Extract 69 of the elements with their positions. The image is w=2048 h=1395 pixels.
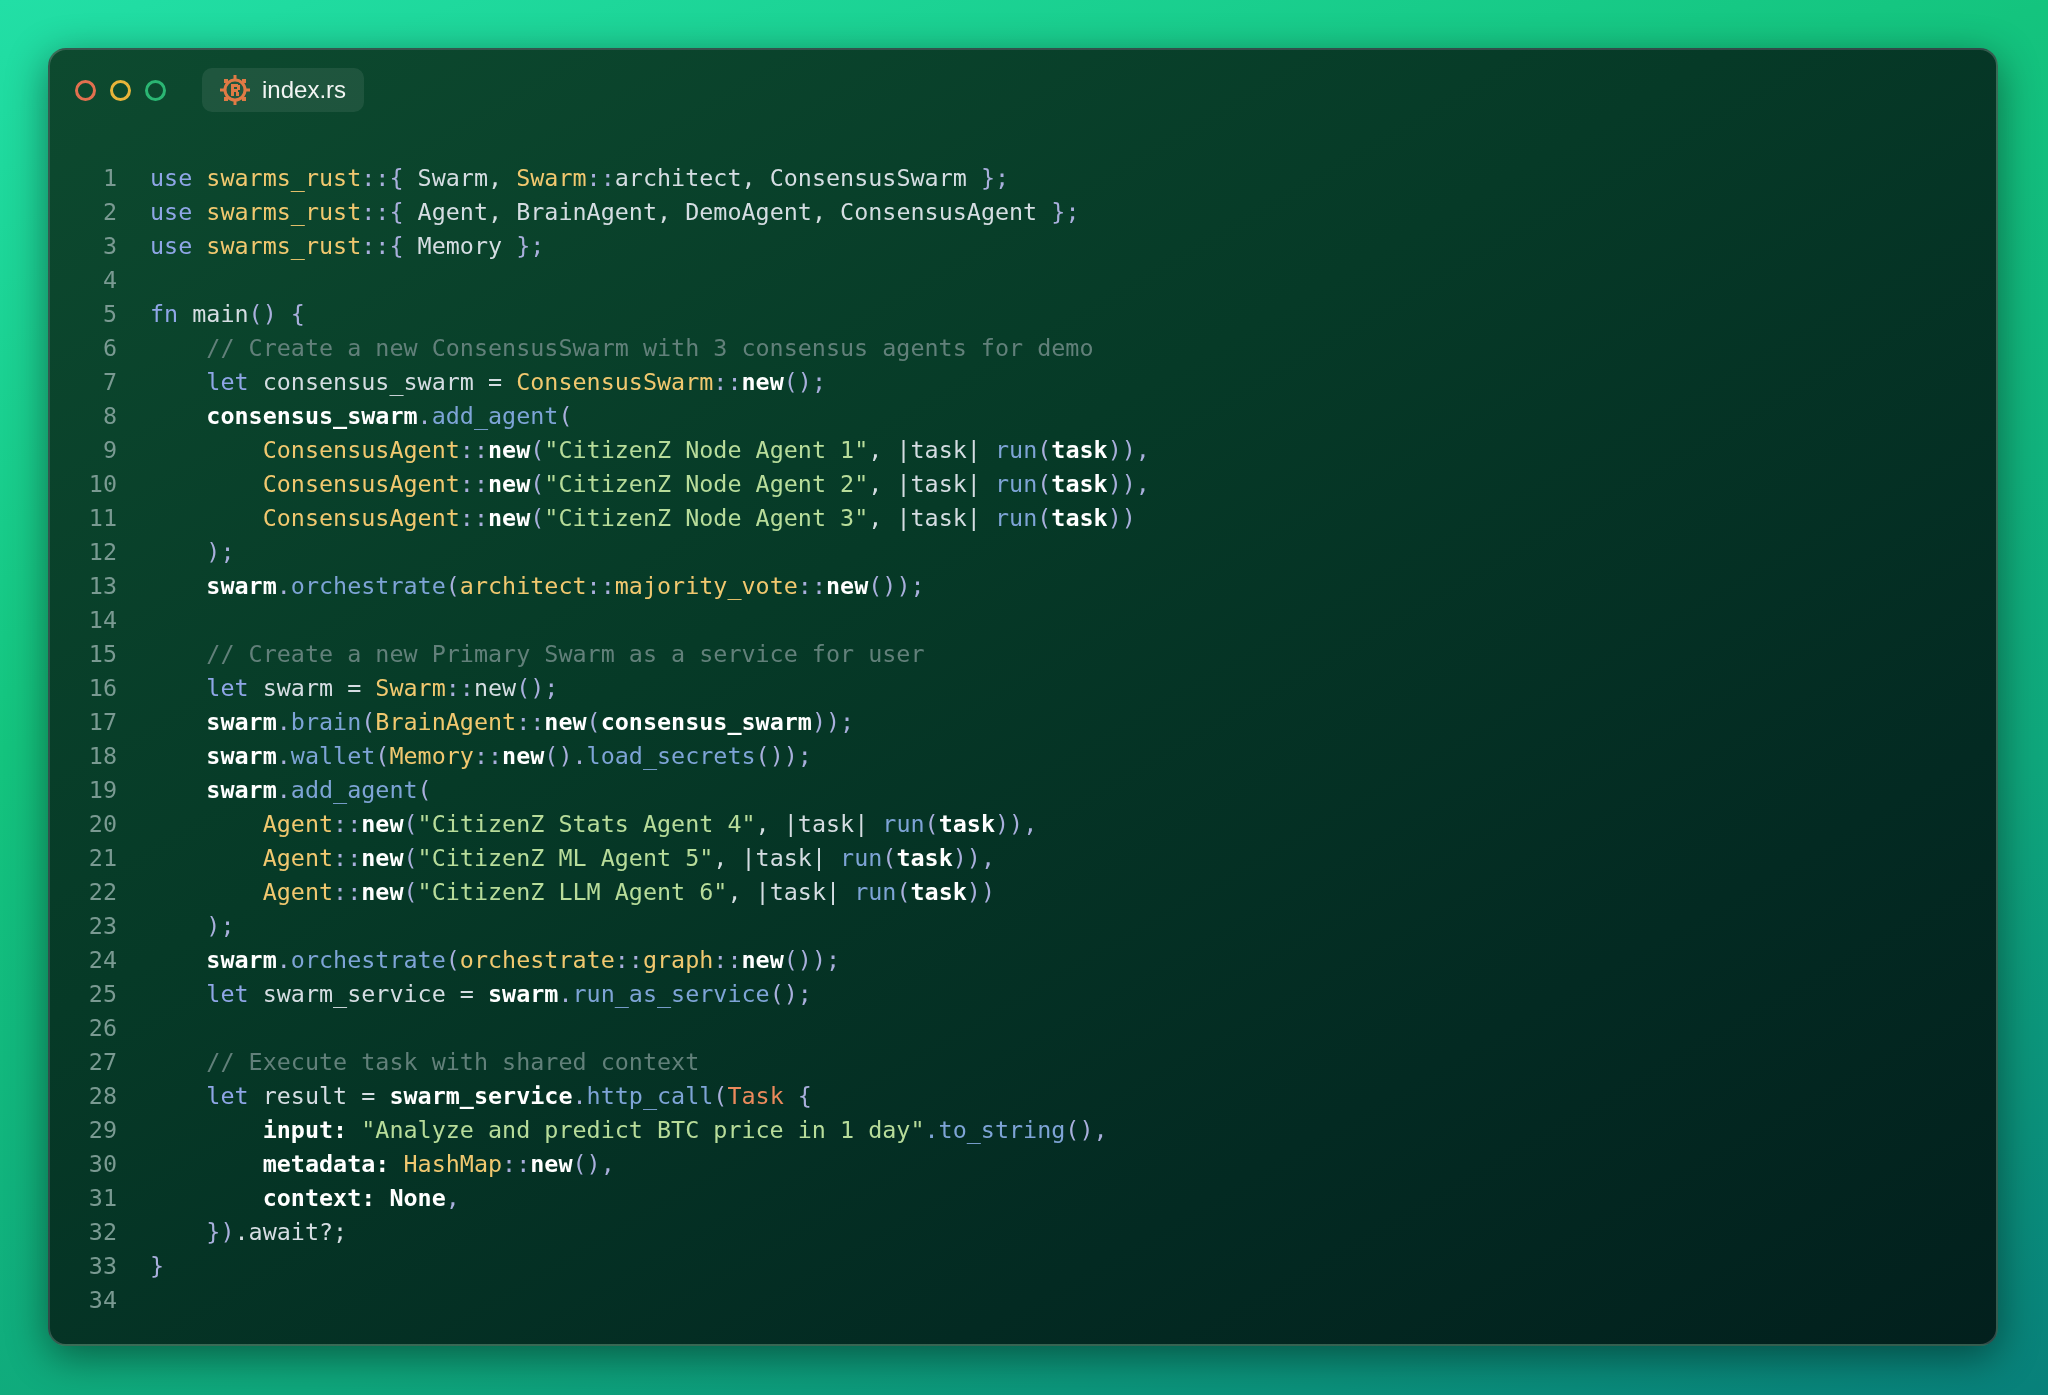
- line-number: 25: [87, 979, 117, 1010]
- line-number: 8: [101, 401, 117, 432]
- line-number: 32: [87, 1217, 117, 1248]
- code-line: swarm.add_agent(: [206, 775, 432, 806]
- code-line: context: None,: [262, 1183, 460, 1214]
- line-number: 3: [101, 231, 117, 262]
- line-number: 22: [87, 877, 117, 908]
- code-line: consensus_swarm.add_agent(: [206, 401, 573, 432]
- line-number: 19: [87, 775, 117, 806]
- line-number: 33: [87, 1251, 117, 1282]
- line-number: 24: [87, 945, 117, 976]
- code-line: metadata: HashMap::new(),: [262, 1149, 615, 1180]
- line-number: 7: [101, 367, 117, 398]
- code-comment: // Execute task with shared context: [206, 1047, 700, 1078]
- line-number: 31: [87, 1183, 117, 1214]
- maximize-button[interactable]: [145, 79, 166, 101]
- code-line: let swarm_service = swarm.run_as_service();: [206, 979, 812, 1010]
- line-number: 28: [87, 1081, 117, 1112]
- line-number: 9: [101, 435, 117, 466]
- code-line: );: [206, 911, 235, 942]
- line-number: 30: [87, 1149, 117, 1180]
- line-number: 20: [87, 809, 117, 840]
- code-line: ConsensusAgent::new("CitizenZ Node Agent 2", |task| run(task)),: [262, 469, 1150, 500]
- code-line: Agent::new("CitizenZ ML Agent 5", |task| run(task)),: [262, 843, 995, 874]
- code-line: Agent::new("CitizenZ LLM Agent 6", |task| run(task)): [262, 877, 995, 908]
- file-tab[interactable]: index.rs: [202, 68, 365, 112]
- code-line: Agent::new("CitizenZ Stats Agent 4", |task| run(task)),: [262, 809, 1038, 840]
- line-number: 15: [87, 639, 117, 670]
- code-line: );: [206, 537, 235, 568]
- line-number: 10: [87, 469, 117, 500]
- line-number: 34: [87, 1285, 117, 1316]
- line-number: 23: [87, 911, 117, 942]
- code-line: use swarms_rust::{ Agent, BrainAgent, DemoAgent, ConsensusAgent };: [150, 197, 1080, 228]
- code-line: let consensus_swarm = ConsensusSwarm::new();: [206, 367, 826, 398]
- line-number: 16: [87, 673, 117, 704]
- line-number: 13: [87, 571, 117, 602]
- line-number: 26: [87, 1013, 117, 1044]
- code-line: }: [150, 1251, 165, 1282]
- code-line: use swarms_rust::{ Swarm, Swarm::architect, ConsensusSwarm };: [150, 163, 1010, 194]
- code-comment: // Create a new ConsensusSwarm with 3 consensus agents for demo: [206, 333, 1094, 364]
- code-line: use swarms_rust::{ Memory };: [150, 231, 545, 262]
- code-line: let swarm = Swarm::new();: [206, 673, 559, 704]
- code-line: fn main() {: [150, 299, 305, 330]
- line-number: 27: [87, 1047, 117, 1078]
- close-button[interactable]: [75, 79, 96, 101]
- code-line: }).await?;: [206, 1217, 348, 1248]
- line-number: 14: [87, 605, 117, 636]
- line-number: 6: [101, 333, 117, 364]
- minimize-button[interactable]: [110, 79, 131, 101]
- line-number: 2: [101, 197, 117, 228]
- code-line: swarm.brain(BrainAgent::new(consensus_swarm));: [206, 707, 855, 738]
- code-line: let result = swarm_service.http_call(Task {: [206, 1081, 812, 1112]
- line-number: 21: [87, 843, 117, 874]
- code-line: ConsensusAgent::new("CitizenZ Node Agent 3", |task| run(task)): [262, 503, 1136, 534]
- line-number: 5: [101, 299, 117, 330]
- line-number: 17: [87, 707, 117, 738]
- line-number: 12: [87, 537, 117, 568]
- code-line: swarm.orchestrate(orchestrate::graph::new());: [206, 945, 841, 976]
- code-line: swarm.orchestrate(architect::majority_vote::new());: [206, 571, 925, 602]
- line-number: 29: [87, 1115, 117, 1146]
- line-number: 1: [101, 163, 117, 194]
- line-number: 11: [87, 503, 117, 534]
- code-line: ConsensusAgent::new("CitizenZ Node Agent 1", |task| run(task)),: [262, 435, 1150, 466]
- code-line: swarm.wallet(Memory::new().load_secrets());: [206, 741, 812, 772]
- gear-icon: [220, 75, 250, 105]
- code-line: input: "Analyze and predict BTC price in 1 day".to_string(),: [262, 1115, 1108, 1146]
- line-number: 18: [87, 741, 117, 772]
- line-number: 4: [101, 265, 117, 296]
- code-comment: // Create a new Primary Swarm as a service for user: [206, 639, 925, 670]
